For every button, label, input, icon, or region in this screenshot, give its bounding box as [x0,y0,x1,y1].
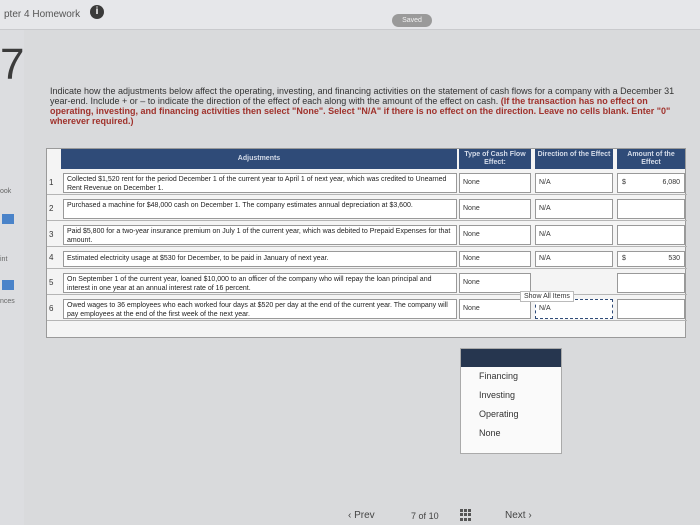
page-indicator: 7 of 10 [411,511,439,521]
table-row: 3 Paid $5,800 for a two-year insurance p… [47,223,687,247]
pagination-footer: ‹ Prev 7 of 10 Next › [0,505,700,525]
header-amount: Amount of the Effect [617,149,685,169]
left-sidebar: ook int nces [0,30,24,525]
amount-value: 530 [668,255,680,262]
row-number: 4 [49,253,54,262]
amount-input[interactable] [617,225,685,245]
amount-input[interactable] [617,299,685,319]
table-row: 1 Collected $1,520 rent for the period D… [47,171,687,195]
type-select[interactable]: None [459,273,531,293]
amount-input[interactable]: $6,080 [617,173,685,193]
sidebar-tab[interactable] [2,214,14,224]
type-dropdown-menu: Financing Investing Operating None [460,348,562,454]
type-select[interactable]: None [459,173,531,193]
info-icon[interactable]: i [90,5,104,19]
type-select[interactable]: None [459,199,531,219]
table-row: 2 Purchased a machine for $48,000 cash o… [47,197,687,221]
type-select[interactable]: None [459,225,531,245]
type-select[interactable]: None [459,299,531,319]
dropdown-option-financing[interactable]: Financing [461,367,561,386]
row-number: 1 [49,178,54,187]
adjustment-text: Paid $5,800 for a two-year insurance pre… [63,225,457,245]
row-number: 6 [49,304,54,313]
dropdown-option-investing[interactable]: Investing [461,386,561,405]
amount-input[interactable]: $530 [617,251,685,267]
next-button[interactable]: Next › [505,510,532,521]
page-current: 7 [411,511,417,521]
adjustment-text: On September 1 of the current year, loan… [63,273,457,293]
question-instructions: Indicate how the adjustments below affec… [50,86,680,126]
adjustment-text: Estimated electricity usage at $530 for … [63,251,457,267]
sidebar-label-book[interactable]: ook [0,188,11,195]
row-number: 2 [49,204,54,213]
header-adjustments: Adjustments [61,149,457,169]
show-all-items-button[interactable]: Show All Items [520,291,574,302]
direction-select[interactable] [535,273,613,293]
amount-input[interactable] [617,199,685,219]
page-total: 10 [428,511,439,521]
direction-select[interactable]: N/A [535,173,613,193]
header-type: Type of Cash Flow Effect: [459,149,531,169]
page-of: of [418,511,427,521]
sidebar-label-print[interactable]: int [0,256,7,263]
saved-badge: Saved [392,14,432,27]
dropdown-header [461,349,561,367]
direction-select[interactable]: N/A [535,251,613,267]
adjustment-text: Collected $1,520 rent for the period Dec… [63,173,457,193]
assignment-title: pter 4 Homework [4,9,81,20]
question-number: 7 [0,40,25,89]
direction-select-focused[interactable]: N/A [535,299,613,319]
sidebar-tab[interactable] [2,280,14,290]
row-number: 3 [49,230,54,239]
adjustment-text: Owed wages to 36 employees who each work… [63,299,457,319]
amount-value: 6,080 [662,179,680,186]
prev-button[interactable]: ‹ Prev [348,510,375,521]
top-bar: pter 4 Homework i Saved [0,0,700,30]
dollar-sign: $ [622,255,626,262]
sidebar-label-references[interactable]: nces [0,298,15,305]
table-row: 6 Owed wages to 36 employees who each wo… [47,297,687,321]
type-select[interactable]: None [459,251,531,267]
dropdown-option-operating[interactable]: Operating [461,405,561,424]
direction-select[interactable]: N/A [535,199,613,219]
direction-select[interactable]: N/A [535,225,613,245]
adjustments-table: Adjustments Type of Cash Flow Effect: Di… [46,148,687,338]
adjustment-text: Purchased a machine for $48,000 cash on … [63,199,457,219]
table-row: 5 On September 1 of the current year, lo… [47,271,687,295]
table-row: 4 Estimated electricity usage at $530 fo… [47,249,687,269]
grid-icon[interactable] [460,509,472,521]
header-direction: Direction of the Effect [535,149,613,169]
dropdown-option-none[interactable]: None [461,424,561,443]
dollar-sign: $ [622,179,626,186]
row-number: 5 [49,278,54,287]
amount-input[interactable] [617,273,685,293]
